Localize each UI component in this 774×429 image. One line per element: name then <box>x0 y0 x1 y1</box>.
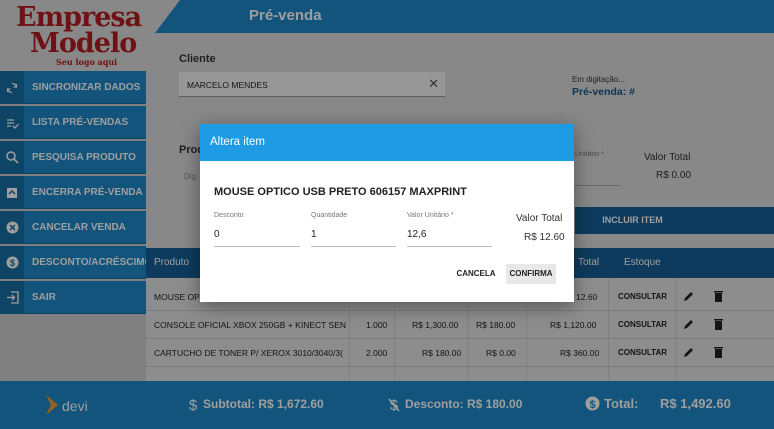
valor-unitario-field[interactable]: Valor Unitário * 12,6 <box>407 212 492 247</box>
confirma-button[interactable]: CONFIRMA <box>506 264 556 284</box>
altera-item-dialog: Altera item MOUSE OPTICO USB PRETO 60615… <box>200 124 574 302</box>
dialog-title: Altera item <box>210 136 265 148</box>
valor-unitario-label: Valor Unitário * <box>407 212 454 219</box>
desconto-label: Desconto <box>214 212 244 219</box>
cancela-button[interactable]: CANCELA <box>453 264 499 284</box>
desconto-value: 0 <box>214 229 220 240</box>
dialog-header: Altera item <box>200 124 574 161</box>
dialog-product-name: MOUSE OPTICO USB PRETO 606157 MAXPRINT <box>214 186 467 198</box>
dialog-valor-total-label: Valor Total <box>516 213 563 224</box>
valor-unitario-value: 12,6 <box>407 229 427 240</box>
dialog-valor-total-value: R$ 12.60 <box>524 232 565 243</box>
quantidade-field[interactable]: Quantidade 1 <box>311 212 396 247</box>
desconto-field[interactable]: Desconto 0 <box>214 212 300 247</box>
quantidade-label: Quantidade <box>311 212 348 219</box>
quantidade-value: 1 <box>311 229 317 240</box>
